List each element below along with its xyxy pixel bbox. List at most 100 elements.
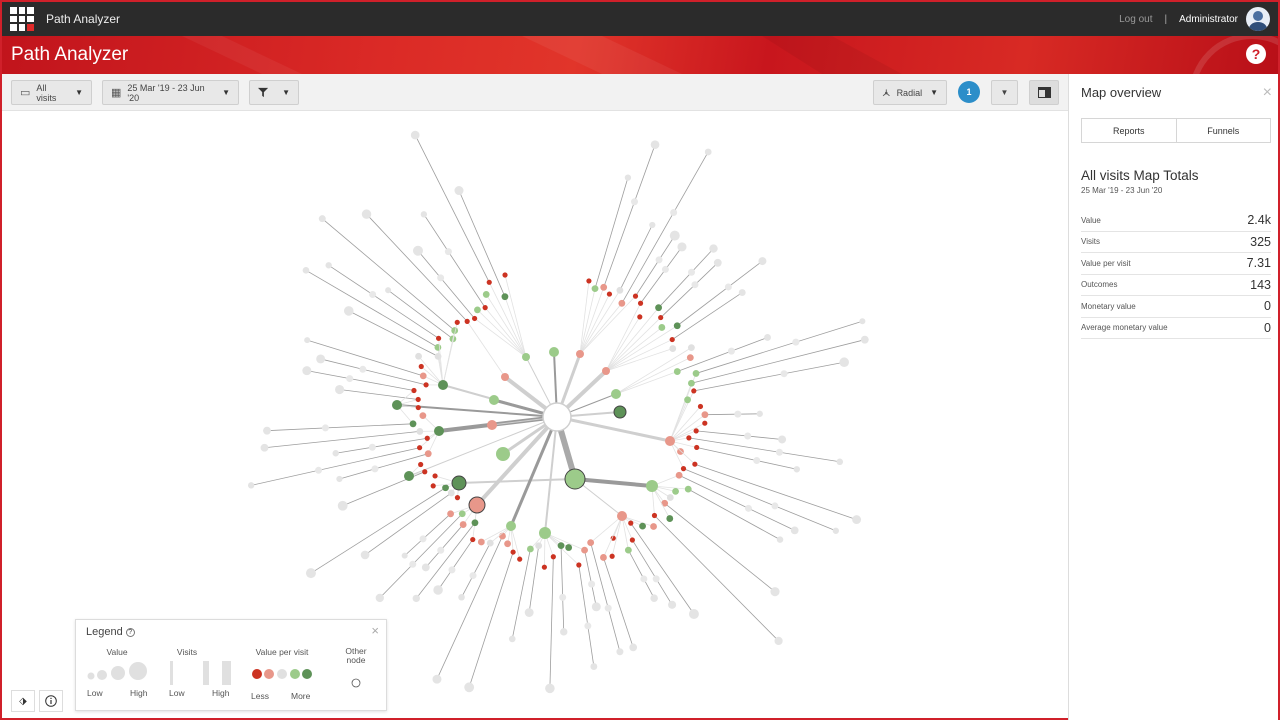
map-node	[321, 424, 329, 432]
map-node	[770, 587, 780, 597]
map-edge	[654, 515, 779, 642]
map-edge	[603, 515, 623, 558]
map-edge	[621, 515, 629, 551]
metric-row: Outcomes 143	[1081, 275, 1271, 296]
map-node	[673, 322, 681, 330]
tag-icon: ⬗	[19, 695, 27, 707]
map-edge	[474, 318, 527, 358]
tab-funnels[interactable]: Funnels	[1175, 119, 1271, 142]
map-node	[302, 266, 310, 274]
tab-reports[interactable]: Reports	[1082, 119, 1176, 142]
map-node	[415, 404, 421, 411]
map-node	[692, 370, 700, 377]
map-hub-node	[468, 496, 486, 514]
map-node	[758, 257, 767, 266]
filter-dropdown[interactable]: ▼	[249, 80, 299, 105]
map-edge	[664, 502, 776, 592]
user-name[interactable]: Administrator	[1179, 14, 1238, 25]
date-range-dropdown[interactable]: ▦ 25 Mar '19 - 23 Jun '20 ▼	[102, 80, 239, 105]
map-node	[691, 388, 697, 394]
notification-badge[interactable]: 1	[958, 81, 980, 103]
map-edge	[544, 532, 585, 551]
metric-value: 143	[1250, 277, 1271, 292]
metric-row: Average monetary value 0	[1081, 318, 1271, 339]
map-node	[669, 345, 677, 352]
map-edge	[630, 522, 695, 615]
map-edge	[305, 269, 439, 348]
map-edge	[458, 478, 576, 484]
map-node	[666, 494, 674, 501]
map-node	[616, 286, 624, 294]
map-edge	[481, 525, 512, 543]
map-node	[464, 318, 470, 324]
map-hub-node	[576, 350, 584, 358]
map-node	[581, 546, 588, 554]
map-edge	[669, 383, 692, 442]
map-node	[684, 396, 691, 404]
map-node	[423, 382, 429, 388]
map-edge	[615, 357, 691, 395]
map-node	[482, 305, 488, 311]
map-node	[458, 510, 466, 518]
map-edge	[339, 453, 429, 480]
map-edge	[415, 522, 476, 599]
options-dropdown[interactable]: ▼	[991, 80, 1018, 105]
map-edge	[544, 532, 580, 566]
info-button[interactable]	[39, 690, 63, 712]
map-edge	[671, 292, 743, 340]
map-node	[629, 537, 635, 543]
logout-link[interactable]: Log out	[1119, 14, 1152, 25]
map-edge	[266, 423, 414, 432]
help-icon[interactable]: ?	[1246, 44, 1266, 64]
map-node	[688, 268, 696, 276]
map-node	[501, 293, 509, 301]
map-edge	[549, 556, 554, 689]
totals-date: 25 Mar '19 - 23 Jun '20	[1081, 186, 1163, 195]
map-edge	[310, 487, 446, 574]
map-node	[637, 300, 644, 306]
map-hub-node	[564, 468, 586, 490]
map-node	[744, 432, 752, 440]
map-edge	[556, 415, 671, 443]
map-node	[650, 140, 660, 150]
map-node	[375, 593, 384, 603]
visits-filter-dropdown[interactable]: ▭ All visits ▼	[11, 80, 92, 105]
map-node	[764, 334, 771, 341]
map-node	[508, 635, 516, 643]
map-node	[415, 352, 422, 360]
avatar[interactable]	[1246, 7, 1270, 31]
map-edge	[423, 214, 486, 308]
map-node	[704, 148, 712, 156]
map-node	[482, 291, 490, 298]
legend-vpv-more: More	[291, 691, 311, 701]
map-node	[691, 281, 699, 289]
map-node	[471, 519, 479, 527]
map-node	[247, 482, 255, 489]
panel-toggle-button[interactable]	[1029, 80, 1059, 105]
map-node	[677, 242, 687, 252]
map-node	[447, 489, 455, 497]
app-launcher-icon[interactable]	[10, 7, 34, 31]
map-edge	[621, 151, 709, 304]
map-edge	[366, 213, 468, 322]
panel-toggle-icon	[1037, 87, 1051, 98]
layout-dropdown[interactable]: Radial ▼	[873, 80, 947, 105]
map-edge	[387, 289, 454, 340]
map-node	[640, 575, 648, 583]
map-node	[649, 221, 656, 229]
map-node	[359, 365, 367, 373]
map-node	[565, 544, 573, 551]
map-node	[688, 609, 699, 620]
map-node	[448, 566, 456, 574]
map-edge	[511, 548, 531, 639]
top-app-bar: Path Analyzer Log out | Administrator	[2, 2, 1278, 36]
tag-button[interactable]: ⬗	[11, 690, 35, 712]
map-root-node	[542, 402, 572, 432]
info-icon	[45, 695, 57, 707]
close-icon[interactable]: ×	[1263, 84, 1272, 102]
map-node	[424, 435, 430, 441]
map-node	[418, 363, 424, 370]
map-node	[860, 335, 869, 344]
chevron-down-icon: ▼	[930, 88, 938, 97]
map-node	[727, 347, 735, 355]
